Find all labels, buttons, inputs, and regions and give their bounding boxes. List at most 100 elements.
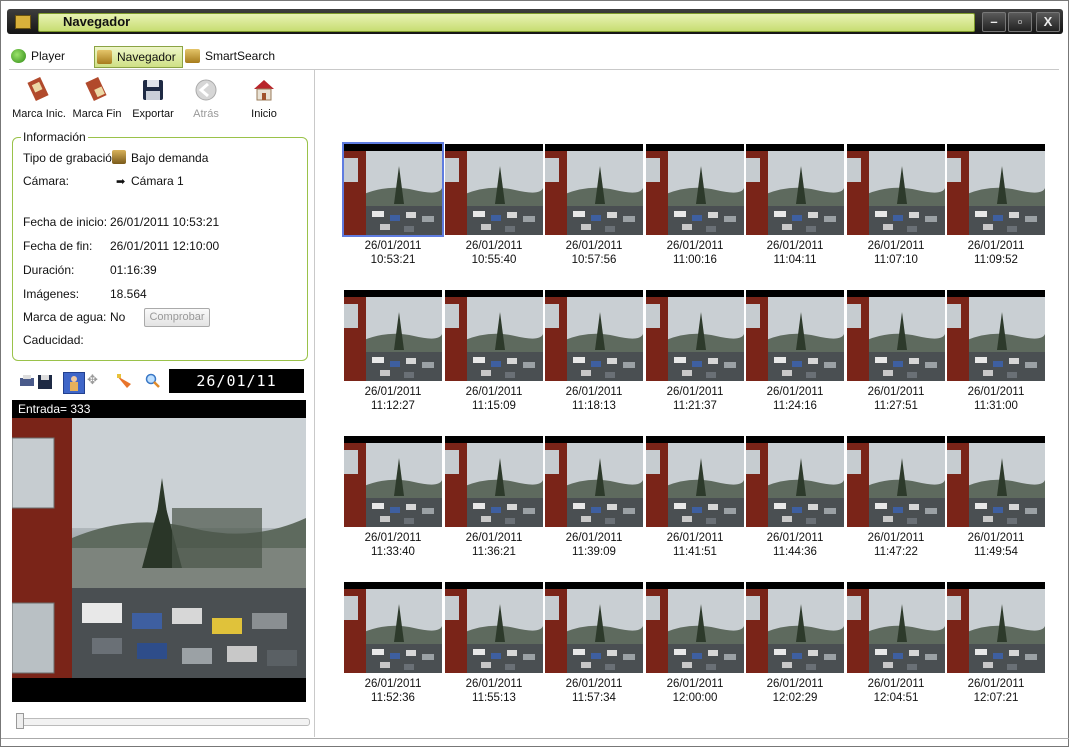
restore-button[interactable]: ▫: [1008, 12, 1032, 32]
thumbnail-image[interactable]: [947, 144, 1045, 235]
thumbnail-time: 11:41:51: [673, 546, 717, 558]
close-button[interactable]: X: [1036, 12, 1060, 32]
thumbnail-item[interactable]: 26/01/2011 10:57:56: [545, 144, 643, 267]
thumbnail-time: 11:47:22: [874, 546, 918, 558]
thumbnail-date: 26/01/2011: [967, 532, 1025, 544]
tab-label: Navegador: [117, 50, 176, 64]
thumbnail-item[interactable]: 26/01/2011 11:18:13: [545, 290, 643, 413]
thumbnail-item[interactable]: 26/01/2011 12:02:29: [746, 582, 844, 705]
thumbnail-item[interactable]: 26/01/2011 11:27:51: [847, 290, 945, 413]
thumbnail-image[interactable]: [746, 290, 844, 381]
print-icon[interactable]: [18, 372, 36, 392]
thumbnail-item[interactable]: 26/01/2011 11:09:52: [947, 144, 1045, 267]
thumbnail-image[interactable]: [646, 290, 744, 381]
comprobar-button[interactable]: Comprobar: [144, 308, 210, 327]
tab-smartsearch[interactable]: SmartSearch: [183, 46, 275, 66]
thumbnail-caption: 26/01/2011 11:55:13: [445, 677, 543, 705]
thumbnail-item[interactable]: 26/01/2011 11:31:00: [947, 290, 1045, 413]
thumbnail-caption: 26/01/2011 11:15:09: [445, 385, 543, 413]
thumbnail-date: 26/01/2011: [867, 678, 925, 690]
thumbnail-image[interactable]: [545, 144, 643, 235]
entrada-label: Entrada= 333: [12, 400, 306, 418]
thumbnail-item[interactable]: 26/01/2011 11:21:37: [646, 290, 744, 413]
thumbnail-image[interactable]: [947, 436, 1045, 527]
thumbnail-item[interactable]: 26/01/2011 11:39:09: [545, 436, 643, 559]
marca-fin-button[interactable]: Marca Fin: [69, 76, 125, 120]
thumbnail-image[interactable]: [344, 290, 442, 381]
save-icon: [143, 80, 163, 100]
person-detect-icon[interactable]: [63, 372, 85, 394]
marca-inicio-button[interactable]: Marca Inic.: [11, 76, 67, 120]
thumbnail-item[interactable]: 26/01/2011 12:04:51: [847, 582, 945, 705]
video-view[interactable]: [12, 418, 306, 678]
thumbnail-image[interactable]: [746, 436, 844, 527]
target-icon[interactable]: ✥: [87, 372, 101, 392]
thumbnail-item[interactable]: 26/01/2011 11:47:22: [847, 436, 945, 559]
thumbnail-image[interactable]: [746, 582, 844, 673]
thumbnail-image[interactable]: [342, 142, 444, 237]
thumbnail-image[interactable]: [445, 144, 543, 235]
thumbnail-caption: 26/01/2011 11:24:16: [746, 385, 844, 413]
timeline-slider-thumb[interactable]: [16, 713, 24, 729]
thumbnail-item[interactable]: 26/01/2011 11:55:13: [445, 582, 543, 705]
thumbnail-caption: 26/01/2011 11:07:10: [847, 239, 945, 267]
title-bar[interactable]: Navegador – ▫ X: [7, 9, 1063, 34]
thumbnail-image[interactable]: [344, 436, 442, 527]
thumbnail-image[interactable]: [445, 436, 543, 527]
thumbnail-item[interactable]: 26/01/2011 10:53:21: [342, 142, 444, 267]
exportar-button[interactable]: Exportar: [125, 77, 181, 120]
zoom-icon[interactable]: [145, 372, 161, 392]
thumbnail-time: 11:00:16: [673, 254, 717, 266]
thumbnail-item[interactable]: 26/01/2011 11:49:54: [947, 436, 1045, 559]
thumbnail-item[interactable]: 26/01/2011 11:15:09: [445, 290, 543, 413]
thumbnail-image[interactable]: [646, 144, 744, 235]
smartsearch-icon: [185, 49, 200, 63]
marker-icon[interactable]: [115, 372, 133, 392]
divider: [9, 69, 1059, 70]
thumbnail-image[interactable]: [646, 436, 744, 527]
thumbnail-caption: 26/01/2011 12:04:51: [847, 677, 945, 705]
thumbnail-item[interactable]: 26/01/2011 11:24:16: [746, 290, 844, 413]
thumbnail-image[interactable]: [947, 582, 1045, 673]
thumbnail-item[interactable]: 26/01/2011 11:44:36: [746, 436, 844, 559]
thumbnail-image[interactable]: [847, 582, 945, 673]
thumbnail-item[interactable]: 26/01/2011 10:55:40: [445, 144, 543, 267]
atras-button[interactable]: Atrás: [178, 77, 234, 120]
timeline-slider[interactable]: [16, 718, 310, 726]
thumbnail-caption: 26/01/2011 11:41:51: [646, 531, 744, 559]
play-icon: [11, 49, 26, 63]
inicio-button[interactable]: Inicio: [236, 77, 292, 120]
thumbnail-image[interactable]: [344, 582, 442, 673]
thumbnail-image[interactable]: [847, 144, 945, 235]
thumbnail-image[interactable]: [746, 144, 844, 235]
thumbnail-item[interactable]: 26/01/2011 11:04:11: [746, 144, 844, 267]
thumbnail-item[interactable]: 26/01/2011 12:00:00: [646, 582, 744, 705]
save-icon[interactable]: [37, 372, 53, 392]
thumbnail-date: 26/01/2011: [766, 240, 824, 252]
thumbnail-image[interactable]: [445, 582, 543, 673]
tab-label: SmartSearch: [205, 49, 276, 63]
tab-player[interactable]: Player: [9, 46, 65, 66]
application-window: Navegador – ▫ X Player Navegador SmartSe…: [0, 0, 1069, 747]
tab-navegador[interactable]: Navegador: [94, 46, 183, 68]
thumbnail-image[interactable]: [445, 290, 543, 381]
thumbnail-item[interactable]: 26/01/2011 11:52:36: [344, 582, 442, 705]
thumbnail-item[interactable]: 26/01/2011 12:07:21: [947, 582, 1045, 705]
minimize-button[interactable]: –: [982, 12, 1006, 32]
thumbnail-item[interactable]: 26/01/2011 11:33:40: [344, 436, 442, 559]
thumbnail-image[interactable]: [646, 582, 744, 673]
thumbnail-caption: 26/01/2011 11:04:11: [746, 239, 844, 267]
thumbnail-item[interactable]: 26/01/2011 11:41:51: [646, 436, 744, 559]
thumbnail-item[interactable]: 26/01/2011 11:07:10: [847, 144, 945, 267]
thumbnail-image[interactable]: [545, 290, 643, 381]
thumbnail-item[interactable]: 26/01/2011 11:57:34: [545, 582, 643, 705]
thumbnail-item[interactable]: 26/01/2011 11:36:21: [445, 436, 543, 559]
thumbnail-item[interactable]: 26/01/2011 11:00:16: [646, 144, 744, 267]
marca-agua-value: No: [110, 310, 126, 324]
thumbnail-item[interactable]: 26/01/2011 11:12:27: [344, 290, 442, 413]
thumbnail-image[interactable]: [847, 290, 945, 381]
thumbnail-image[interactable]: [545, 436, 643, 527]
thumbnail-image[interactable]: [847, 436, 945, 527]
thumbnail-image[interactable]: [947, 290, 1045, 381]
thumbnail-image[interactable]: [545, 582, 643, 673]
